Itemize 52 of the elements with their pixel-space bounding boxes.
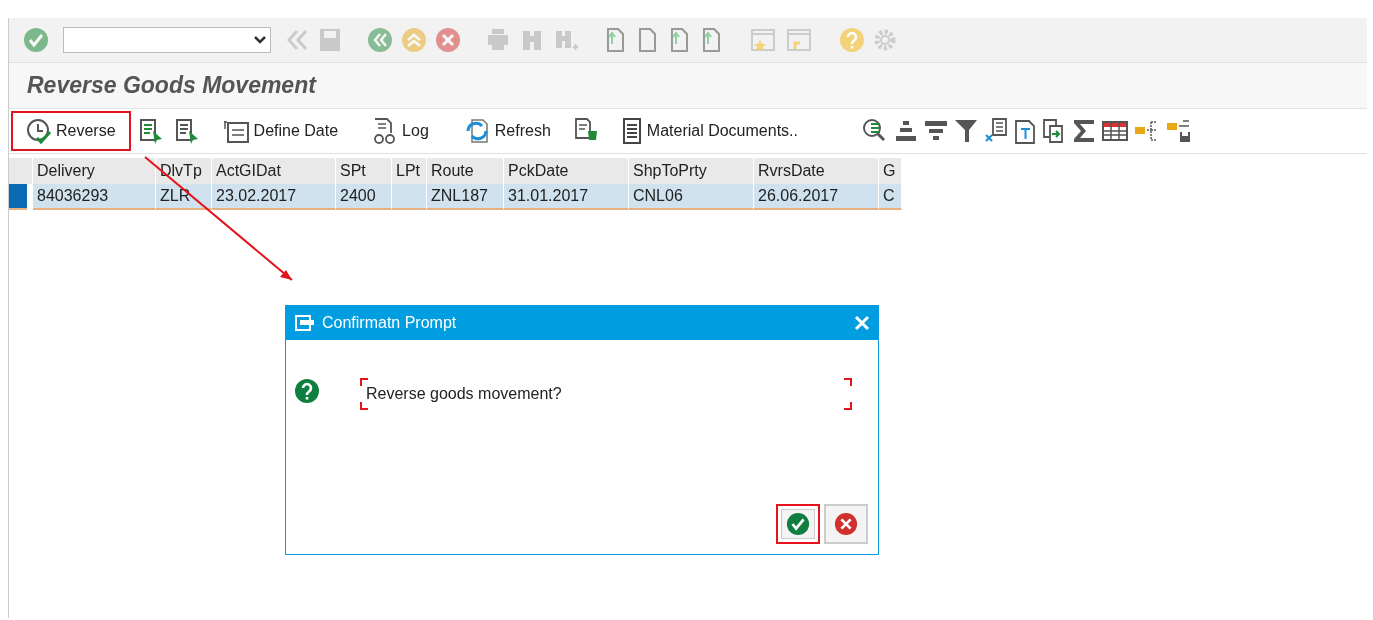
row-selector[interactable] <box>9 184 27 210</box>
column-header[interactable]: RvrsDate <box>754 158 879 184</box>
table-cell: 26.06.2017 <box>754 184 879 210</box>
clock-check-icon <box>26 118 52 144</box>
check-icon <box>786 512 810 536</box>
table-cell: ZLR <box>156 184 212 210</box>
filter-icon[interactable] <box>953 117 979 145</box>
sum-icon[interactable] <box>1071 117 1097 145</box>
column-header[interactable]: SPt <box>336 158 392 184</box>
calendar-icon <box>221 118 250 144</box>
toolbar-button[interactable]: Log <box>357 111 444 151</box>
cancel-icon <box>834 512 858 536</box>
document-list-icon <box>620 117 643 145</box>
cancel-button[interactable] <box>824 504 868 544</box>
column-header[interactable]: ShpToPrty <box>629 158 754 184</box>
table-cell: ZNL187 <box>427 184 504 210</box>
command-field[interactable] <box>63 27 271 53</box>
screen-title: Reverse Goods Movement <box>27 72 316 99</box>
column-header[interactable]: LPt <box>392 158 427 184</box>
toolbar-button[interactable]: Reverse <box>11 111 131 151</box>
tag-save-icon[interactable] <box>1165 117 1193 145</box>
text-document-icon[interactable] <box>1013 117 1037 145</box>
dialog-window-icon <box>294 314 316 332</box>
table-cell: CNL06 <box>629 184 754 210</box>
table-cell: 31.01.2017 <box>504 184 629 210</box>
column-header[interactable]: G <box>879 158 902 184</box>
save-icon[interactable] <box>317 26 343 54</box>
confirm-button[interactable] <box>776 504 820 544</box>
column-header[interactable]: ActGIDat <box>212 158 336 184</box>
question-icon <box>294 378 320 404</box>
table-cell <box>392 184 427 210</box>
dialog-message: Reverse goods movement? <box>366 385 562 403</box>
toolbar-button[interactable]: Refresh <box>447 111 566 151</box>
dialog-title: Confirmatn Prompt <box>322 314 458 332</box>
close-icon[interactable] <box>854 315 870 331</box>
cancel-icon[interactable] <box>435 27 461 53</box>
column-header[interactable]: Delivery <box>33 158 156 184</box>
table-layout-icon[interactable] <box>1101 119 1129 143</box>
back-icon[interactable] <box>367 27 393 53</box>
column-header[interactable]: Route <box>427 158 504 184</box>
table-cell: C <box>879 184 902 210</box>
dropdown-caret-icon[interactable] <box>254 36 266 44</box>
table-cell: 2400 <box>336 184 392 210</box>
toolbar-button[interactable]: Material Documents.. <box>605 111 813 151</box>
column-header[interactable]: DlvTp <box>156 158 212 184</box>
list-deselect-icon <box>173 117 200 145</box>
check-icon[interactable] <box>23 27 49 53</box>
list-select-icon <box>137 117 164 145</box>
toolbar-button[interactable]: Define Date <box>206 111 354 151</box>
table-cell: 23.02.2017 <box>212 184 336 210</box>
column-header[interactable]: PckDate <box>504 158 629 184</box>
table-cell: 84036293 <box>33 184 156 210</box>
